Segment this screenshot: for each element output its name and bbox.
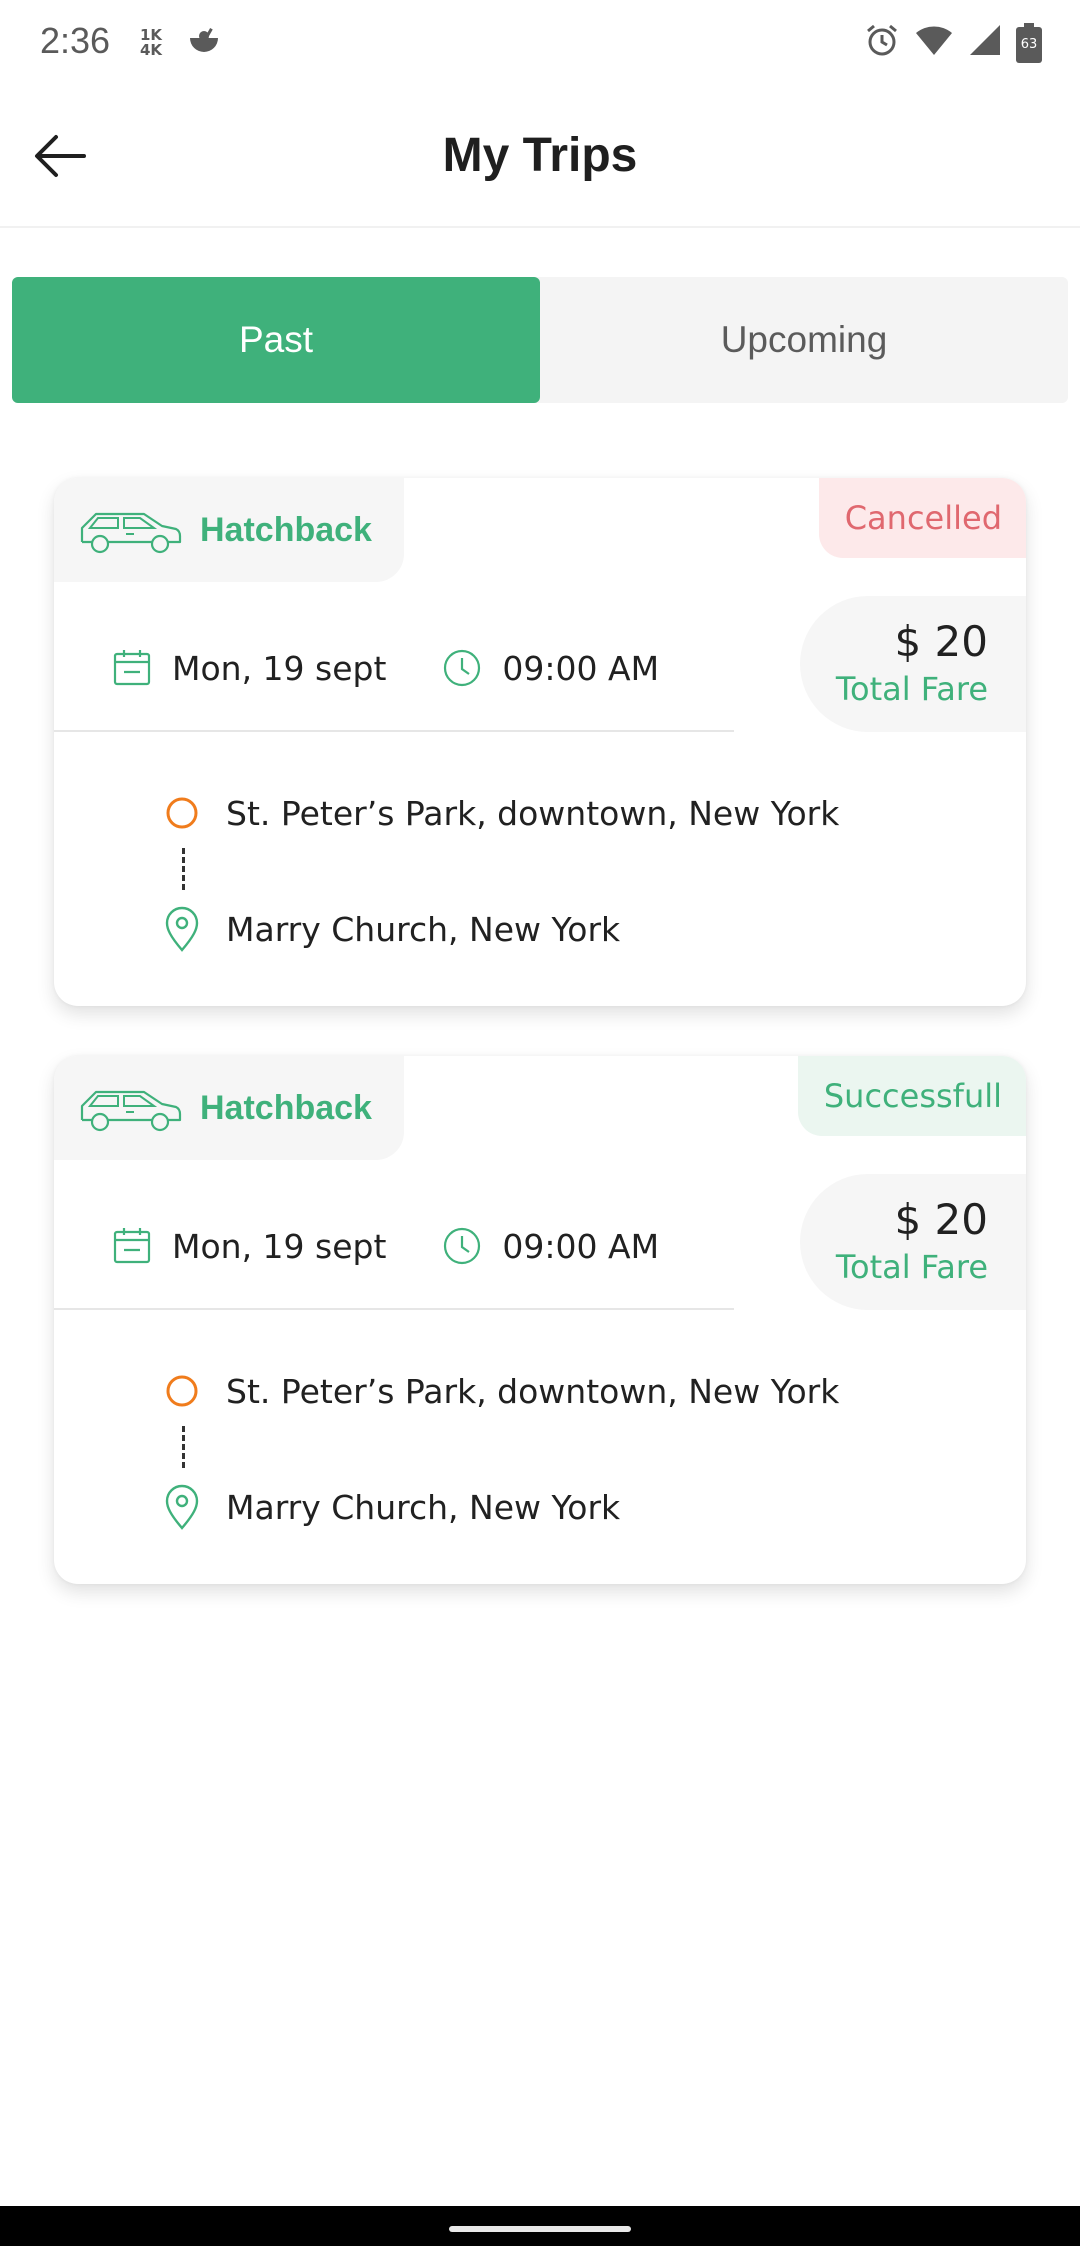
vehicle-type: Hatchback — [54, 478, 404, 582]
route-connector — [182, 1426, 185, 1468]
calendar-icon — [113, 1228, 151, 1264]
wifi-icon — [914, 23, 954, 62]
trip-card[interactable]: Hatchback Successfull Mon, 19 sept 09:00… — [54, 1056, 1026, 1584]
pickup-marker-icon — [166, 1375, 198, 1407]
page-title: My Trips — [442, 129, 638, 182]
vehicle-name: Hatchback — [200, 1088, 372, 1127]
divider — [54, 1308, 734, 1310]
app-header: My Trips — [0, 88, 1080, 228]
fare-amount: $ 20 — [894, 617, 988, 666]
tab-past[interactable]: Past — [12, 277, 540, 403]
status-time: 2:36 — [40, 20, 111, 61]
location-pin-icon — [165, 1484, 199, 1530]
calendar-icon — [113, 650, 151, 686]
alarm-icon — [864, 22, 900, 63]
clock-icon — [444, 1227, 481, 1265]
pickup-location: St. Peter’s Park, downtown, New York — [226, 1371, 840, 1411]
home-gesture-handle[interactable] — [449, 2226, 631, 2232]
pickup-marker-icon — [166, 797, 198, 829]
fare-summary: $ 20 Total Fare — [800, 596, 1026, 732]
fare-label: Total Fare — [835, 670, 988, 708]
trip-tabs: Past Upcoming — [12, 277, 1068, 403]
fare-label: Total Fare — [835, 1248, 988, 1286]
trip-time: 09:00 AM — [502, 1226, 660, 1266]
dropoff-location: Marry Church, New York — [226, 1487, 621, 1527]
cellular-signal-icon — [968, 23, 1002, 62]
clock-icon — [444, 649, 481, 687]
trip-route: St. Peter’s Park, downtown, New York Mar… — [110, 788, 839, 954]
status-badge: Successfull — [797, 1056, 1026, 1136]
notification-icon — [186, 24, 222, 65]
battery-level: 63 — [1020, 36, 1038, 52]
navigation-bar — [0, 2206, 1080, 2246]
vehicle-type: Hatchback — [54, 1056, 404, 1160]
trip-time: 09:00 AM — [502, 648, 660, 688]
data-usage-indicator: 1K 4K — [140, 26, 163, 59]
pickup-location: St. Peter’s Park, downtown, New York — [226, 793, 840, 833]
location-pin-icon — [165, 906, 199, 952]
status-badge: Cancelled — [818, 478, 1026, 558]
trip-datetime: Mon, 19 sept 09:00 AM — [112, 638, 659, 698]
route-connector — [182, 848, 185, 890]
trip-card[interactable]: Hatchback Cancelled Mon, 19 sept 09:00 A… — [54, 478, 1026, 1006]
trip-date: Mon, 19 sept — [172, 1226, 387, 1266]
trip-datetime: Mon, 19 sept 09:00 AM — [112, 1216, 659, 1276]
status-bar: 2:36 1K 4K 63 — [0, 0, 1080, 88]
trip-date: Mon, 19 sept — [172, 648, 387, 688]
car-icon — [80, 1090, 182, 1132]
battery-icon: 63 — [1016, 22, 1042, 63]
trip-route: St. Peter’s Park, downtown, New York Mar… — [110, 1366, 839, 1532]
tab-upcoming[interactable]: Upcoming — [540, 277, 1068, 403]
car-icon — [80, 512, 182, 554]
fare-amount: $ 20 — [894, 1195, 988, 1244]
divider — [54, 730, 734, 732]
dropoff-location: Marry Church, New York — [226, 909, 621, 949]
fare-summary: $ 20 Total Fare — [800, 1174, 1026, 1310]
vehicle-name: Hatchback — [200, 510, 372, 549]
